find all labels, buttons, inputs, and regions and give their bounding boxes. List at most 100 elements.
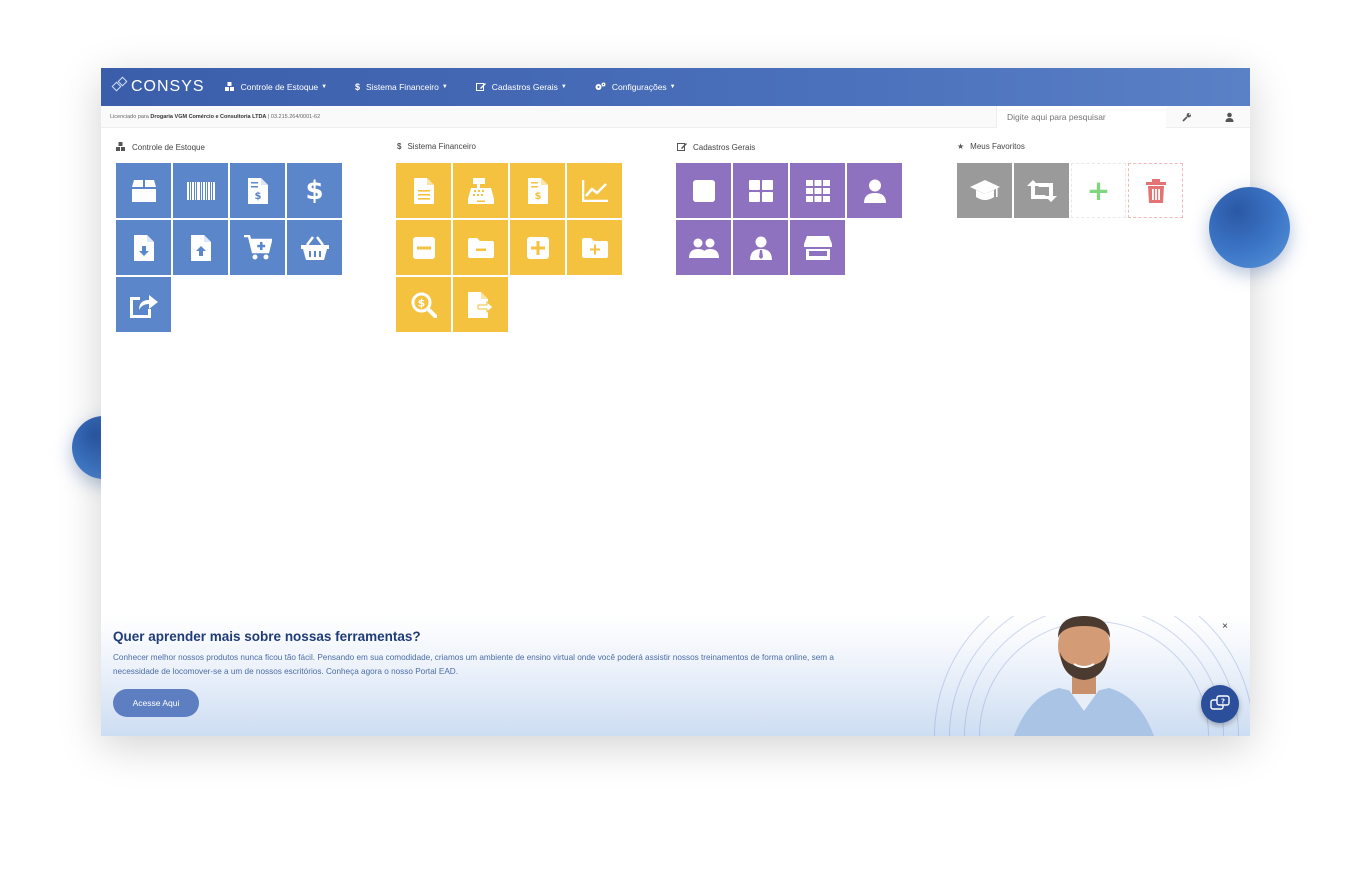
logo-mark-icon (111, 76, 129, 96)
file-export-icon (467, 291, 494, 318)
folder-minus-icon (467, 237, 494, 258)
tile-favorito-retweet[interactable] (1014, 163, 1069, 218)
tile-financeiro-chart[interactable] (567, 163, 622, 218)
user-icon (863, 179, 886, 203)
trash-icon (1145, 178, 1166, 203)
nav-label: Cadastros Gerais (491, 82, 558, 92)
section-label: Controle de Estoque (132, 143, 205, 152)
caret-down-icon: ▼ (669, 84, 676, 90)
edit-icon (475, 82, 486, 93)
chat-question-icon: ? (1210, 695, 1230, 710)
file-download-icon (133, 234, 154, 261)
tile-estoque-basket[interactable] (287, 220, 342, 275)
app-window: CONSYS Controle de Estoque ▼ $ Sistema F… (101, 68, 1250, 736)
favoritos-tile-grid: + (957, 163, 1183, 218)
share-square-icon (129, 294, 158, 318)
top-navbar: CONSYS Controle de Estoque ▼ $ Sistema F… (101, 68, 1250, 106)
chart-line-icon (581, 179, 608, 202)
svg-text:?: ? (1221, 698, 1225, 706)
nav-configuracoes[interactable]: Configurações ▼ (595, 82, 676, 93)
remove-favorite-button[interactable] (1128, 163, 1183, 218)
graduation-cap-icon (969, 179, 1000, 200)
tile-cadastros-store[interactable] (790, 220, 845, 275)
tile-financeiro-plus-square[interactable] (510, 220, 565, 275)
wrench-icon[interactable] (1166, 106, 1208, 128)
tile-cadastros-th[interactable] (790, 163, 845, 218)
section-title-favoritos: ★ Meus Favoritos (957, 142, 1025, 151)
minus-square-icon (412, 236, 435, 259)
nav-controle-estoque[interactable]: Controle de Estoque ▼ (224, 81, 328, 93)
box-icon (131, 179, 156, 202)
license-info: Licenciado para Drogaria VGM Comércio e … (101, 114, 996, 120)
tile-financeiro-search-dollar[interactable]: $ (396, 277, 451, 332)
tile-estoque-dollar[interactable]: $ (287, 163, 342, 218)
nav-label: Configurações (611, 82, 667, 92)
svg-text:$: $ (254, 191, 261, 202)
tile-cadastros-user-tie[interactable] (733, 220, 788, 275)
acesse-aqui-button[interactable]: Acesse Aqui (113, 689, 199, 717)
banner-title: Quer aprender mais sobre nossas ferramen… (113, 629, 421, 644)
user-tie-icon (749, 236, 772, 260)
financeiro-tile-grid: $ $ (396, 163, 622, 332)
tile-financeiro-file-export[interactable] (453, 277, 508, 332)
license-company: Drogaria VGM Comércio e Consultoria LTDA (150, 113, 267, 120)
nav-label: Sistema Financeiro (366, 82, 439, 92)
tile-financeiro-folder-plus[interactable] (567, 220, 622, 275)
plus-icon: + (1086, 174, 1111, 207)
edit-icon (677, 142, 687, 153)
tile-cadastros-user[interactable] (847, 163, 902, 218)
tile-estoque-file-upload[interactable] (173, 220, 228, 275)
tile-estoque-cart-plus[interactable] (230, 220, 285, 275)
section-title-financeiro: $ Sistema Financeiro (397, 142, 476, 151)
tile-estoque-file-download[interactable] (116, 220, 171, 275)
logo-text: CONSYS (131, 78, 205, 95)
tile-estoque-invoice[interactable]: $ (230, 163, 285, 218)
tile-estoque-barcode[interactable] (173, 163, 228, 218)
tile-cadastros-square[interactable] (676, 163, 731, 218)
tile-estoque-box[interactable] (116, 163, 171, 218)
square-icon (692, 179, 715, 202)
estoque-tile-grid: $ $ (116, 163, 342, 332)
tile-favorito-graduation[interactable] (957, 163, 1012, 218)
section-label: Sistema Financeiro (407, 142, 476, 151)
retweet-icon (1026, 179, 1057, 202)
search-input[interactable] (996, 105, 1166, 128)
tile-financeiro-invoice[interactable]: $ (510, 163, 565, 218)
svg-text:$: $ (534, 191, 541, 202)
section-label: Meus Favoritos (970, 142, 1025, 151)
tile-cadastros-users[interactable] (676, 220, 731, 275)
tile-cadastros-th-large[interactable] (733, 163, 788, 218)
chat-help-button[interactable]: ? (1201, 685, 1239, 723)
add-favorite-button[interactable]: + (1071, 163, 1126, 218)
dollar-icon: $ (355, 82, 361, 92)
user-icon[interactable] (1208, 106, 1250, 128)
barcode-icon (186, 181, 215, 200)
cart-plus-icon (243, 234, 272, 259)
file-upload-icon (190, 234, 211, 261)
page-stage: CONSYS Controle de Estoque ▼ $ Sistema F… (0, 0, 1356, 875)
caret-down-icon: ▼ (321, 84, 328, 90)
tile-financeiro-minus-square[interactable] (396, 220, 451, 275)
caret-down-icon: ▼ (441, 84, 448, 90)
users-icon (688, 238, 719, 258)
store-icon (803, 235, 832, 260)
nav-cadastros-gerais[interactable]: Cadastros Gerais ▼ (475, 82, 567, 93)
close-banner-button[interactable]: × (1222, 621, 1228, 632)
file-invoice-dollar-icon: $ (527, 177, 548, 204)
license-prefix: Licenciado para (110, 113, 151, 120)
tile-financeiro-cash-register[interactable] (453, 163, 508, 218)
cubes-icon (224, 81, 235, 93)
license-cnpj: | 03.215.264/0001-62 (266, 113, 321, 120)
consys-logo[interactable]: CONSYS (111, 76, 205, 96)
nav-label: Controle de Estoque (240, 82, 319, 92)
cubes-icon (116, 142, 126, 153)
tile-financeiro-file-text[interactable] (396, 163, 451, 218)
cadastros-tile-grid (676, 163, 902, 275)
file-alt-icon (413, 177, 434, 204)
tile-estoque-share[interactable] (116, 277, 171, 332)
tile-financeiro-folder-minus[interactable] (453, 220, 508, 275)
nav-sistema-financeiro[interactable]: $ Sistema Financeiro ▼ (355, 82, 448, 92)
banner-person-image (934, 616, 1250, 736)
search-dollar-icon: $ (411, 292, 437, 318)
banner-text: Conhecer melhor nossos produtos nunca fi… (113, 653, 834, 676)
